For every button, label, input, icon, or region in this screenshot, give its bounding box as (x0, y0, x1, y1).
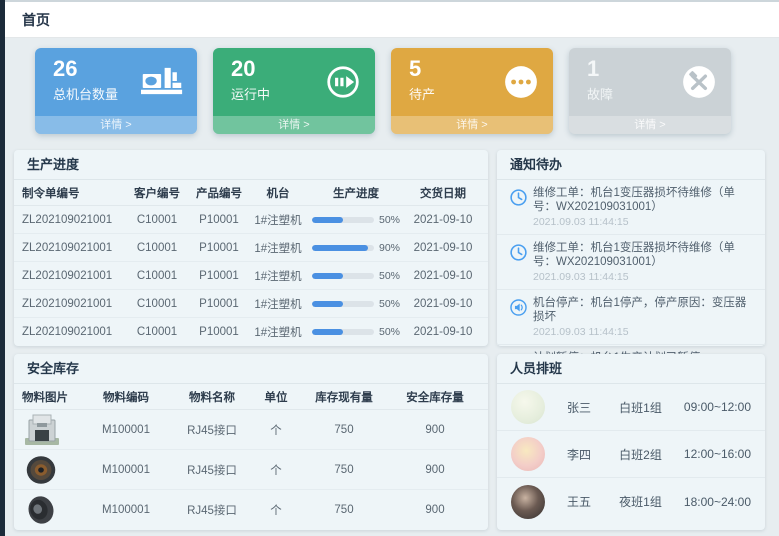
col-header: 物料编码 (82, 389, 170, 405)
production-progress-panel: 生产进度 制令单编号 客户编号 产品编号 机台 生产进度 交货日期 ZL2021… (14, 150, 488, 346)
breadcrumb-home[interactable]: 首页 (22, 10, 50, 30)
progress-bar (312, 273, 374, 279)
safety-stock-panel: 安全库存 物料图片 物料编码 物料名称 单位 库存现有量 安全库存量 M1000… (14, 354, 488, 530)
progress-bar (312, 301, 374, 307)
notice-item[interactable]: 机台停产：机台1停产，停产原因：变压器损坏 2021.09.03 11:44:1… (497, 290, 765, 345)
staff-shift: 夜班1组 (619, 493, 684, 510)
table-row: M100001 RJ45接口 个 750 900 (14, 410, 488, 450)
col-header: 交货日期 (406, 185, 480, 201)
table-row: M100001 RJ45接口 个 750 900 (14, 450, 488, 490)
panel-title: 人员排班 (497, 354, 765, 384)
staff-time: 12:00~16:00 (684, 447, 751, 461)
table-row: ZL202109021001 C10001 P10001 1#注塑机 50% 2… (14, 318, 488, 346)
table-row: ZL202109021001 C10001 P10001 1#注塑机 50% 2… (14, 262, 488, 290)
col-header: 机台 (250, 185, 306, 201)
breadcrumb-bar: 首页 (0, 0, 779, 38)
staff-name: 李四 (567, 446, 619, 463)
detail-link[interactable]: 详情 > (213, 116, 375, 134)
panel-title: 通知待办 (497, 150, 765, 180)
col-header: 生产进度 (306, 185, 406, 201)
schedule-row: 王五 夜班1组 18:00~24:00 (497, 478, 765, 525)
staff-shift: 白班2组 (619, 446, 684, 463)
table-header: 物料图片 物料编码 物料名称 单位 库存现有量 安全库存量 (14, 384, 488, 410)
staff-schedule-panel: 人员排班 张三 白班1组 09:00~12:00 李四 白班2组 12:00~1… (497, 354, 765, 530)
staff-shift: 白班1组 (619, 399, 684, 416)
col-header: 单位 (254, 389, 298, 405)
notice-time: 2021.09.03 11:44:15 (533, 326, 753, 338)
staff-name: 张三 (567, 399, 619, 416)
detail-link[interactable]: 详情 > (35, 116, 197, 134)
staff-name: 王五 (567, 493, 619, 510)
clock-icon (509, 241, 533, 283)
table-row: M100001 RJ45接口 个 750 900 (14, 490, 488, 530)
col-header: 库存现有量 (298, 389, 390, 405)
detail-link[interactable]: 详情 > (391, 116, 553, 134)
speaker-driver-image (22, 453, 82, 487)
machine-icon (141, 64, 183, 103)
table-row: ZL202109021001 C10001 P10001 1#注塑机 50% 2… (14, 206, 488, 234)
progress-bar (312, 329, 374, 335)
notice-todo-panel: 通知待办 维修工单：机台1变压器损坏待维修（单号：WX202109031001）… (497, 150, 765, 346)
table-header: 制令单编号 客户编号 产品编号 机台 生产进度 交货日期 (14, 180, 488, 206)
col-header: 客户编号 (126, 185, 188, 201)
progress-bar (312, 217, 374, 223)
progress-bar (312, 245, 374, 251)
stat-card-running: 20 运行中 详情 > (213, 48, 375, 134)
schedule-row: 张三 白班1组 09:00~12:00 (497, 384, 765, 431)
notice-item[interactable]: 维修工单：机台1变压器损坏待维修（单号：WX202109031001） 2021… (497, 235, 765, 290)
speaker-icon (509, 296, 533, 338)
col-header: 物料名称 (170, 389, 254, 405)
table-row: ZL202109021001 C10001 P10001 1#注塑机 90% 2… (14, 234, 488, 262)
sidebar-edge-strip (0, 0, 5, 536)
running-icon (325, 64, 361, 105)
clock-icon (509, 186, 533, 228)
detail-link[interactable]: 详情 > (569, 116, 731, 134)
notice-time: 2021.09.03 11:44:15 (533, 271, 753, 283)
col-header: 产品编号 (188, 185, 250, 201)
panel-title: 生产进度 (14, 150, 488, 180)
schedule-row: 李四 白班2组 12:00~16:00 (497, 431, 765, 478)
notice-time: 2021.09.03 11:44:15 (533, 216, 753, 228)
col-header: 安全库存量 (390, 389, 480, 405)
rj45-connector-image (22, 413, 82, 447)
col-header: 物料图片 (22, 389, 82, 405)
speaker-driver-image (22, 493, 82, 527)
avatar (511, 437, 545, 471)
avatar (511, 485, 545, 519)
staff-time: 18:00~24:00 (684, 495, 751, 509)
notice-item[interactable]: 维修工单：机台1变压器损坏待维修（单号：WX202109031001） 2021… (497, 180, 765, 235)
panel-title: 安全库存 (14, 354, 488, 384)
tools-icon (681, 64, 717, 105)
staff-time: 09:00~12:00 (684, 400, 751, 414)
stat-card-pending: 5 待产 详情 > (391, 48, 553, 134)
col-header: 制令单编号 (22, 185, 126, 201)
table-row: ZL202109021001 C10001 P10001 1#注塑机 50% 2… (14, 290, 488, 318)
ellipsis-icon (503, 64, 539, 105)
avatar (511, 390, 545, 424)
stat-card-total-machines: 26 总机台数量 详情 > (35, 48, 197, 134)
stat-card-fault: 1 故障 详情 > (569, 48, 731, 134)
